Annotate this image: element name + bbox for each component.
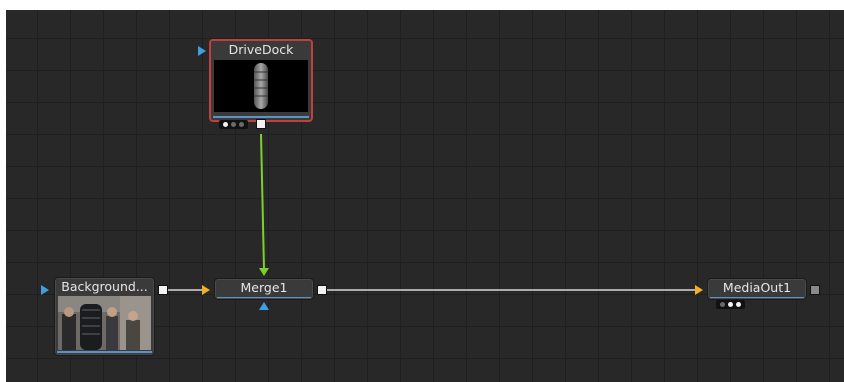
background-preview-image [58, 296, 151, 350]
node-merge1-title: Merge1 [240, 280, 288, 295]
drivedock-input-arrow-icon[interactable] [198, 46, 206, 56]
merge-foreground-input-icon[interactable] [202, 285, 210, 295]
merge-active-line [217, 297, 311, 298]
mediaout-output-port-icon[interactable] [810, 285, 820, 295]
node-editor-canvas[interactable]: DriveDock Background... Merge1 MediaOut1 [6, 10, 844, 382]
node-background-title: Background... [61, 279, 148, 294]
background-input-arrow-icon[interactable] [41, 285, 49, 295]
node-background[interactable]: Background... [54, 277, 155, 356]
background-thumbnail [58, 296, 151, 350]
mediaout-active-line [710, 297, 804, 298]
drivedock-preview-image [214, 60, 308, 112]
merge-output-port-icon[interactable] [317, 285, 327, 295]
background-active-line [57, 351, 152, 353]
mediaout-input-arrow-icon[interactable] [695, 285, 703, 295]
background-output-port-icon[interactable] [158, 285, 168, 295]
node-mediaout1[interactable]: MediaOut1 [707, 278, 807, 300]
drivedock-view-dots-icon[interactable] [219, 120, 248, 129]
mediaout-view-dots-icon[interactable] [716, 300, 745, 309]
node-drivedock-title: DriveDock [228, 42, 294, 57]
merge-mask-input-icon[interactable] [259, 302, 269, 310]
drivedock-active-line [213, 116, 309, 118]
wire-drivedock-to-merge-mask [260, 133, 265, 270]
node-drivedock[interactable]: DriveDock [209, 39, 313, 122]
node-mediaout1-title: MediaOut1 [722, 280, 792, 295]
mask-input-arrow-icon[interactable] [259, 268, 269, 276]
drivedock-thumbnail [214, 60, 308, 112]
drivedock-output-port-icon[interactable] [256, 119, 266, 129]
node-merge1[interactable]: Merge1 [214, 278, 314, 300]
